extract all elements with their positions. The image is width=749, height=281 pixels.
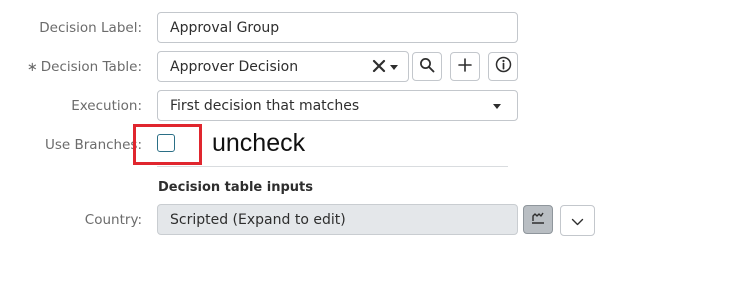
chevron-down-icon[interactable] (390, 65, 398, 70)
expand-button[interactable] (560, 205, 595, 236)
decision-label-label: Decision Label: (39, 20, 142, 36)
decision-label-input[interactable]: Approval Group (157, 12, 518, 43)
decision-table-input[interactable]: Approver Decision (157, 51, 409, 82)
info-icon (495, 56, 512, 77)
info-button[interactable] (488, 52, 518, 81)
plus-icon (457, 57, 473, 77)
country-value: Scripted (Expand to edit) (170, 211, 346, 228)
clear-x-icon[interactable] (372, 59, 386, 73)
divider (157, 166, 508, 167)
decision-label-value: Approval Group (170, 19, 280, 36)
annotation-highlight-box (133, 124, 202, 165)
country-label: Country: (84, 212, 142, 228)
search-button[interactable] (412, 52, 442, 81)
country-input[interactable]: Scripted (Expand to edit) (157, 204, 518, 235)
decision-table-label-text: Decision Table: (40, 59, 142, 75)
annotation-text: uncheck (212, 129, 306, 157)
chevron-down-icon (493, 104, 501, 109)
required-mark: ∗ (26, 60, 38, 75)
decision-table-label: ∗ Decision Table: (27, 59, 142, 75)
execution-value: First decision that matches (170, 97, 360, 114)
decision-table-value: Approver Decision (170, 58, 299, 75)
execution-label: Execution: (71, 98, 142, 114)
add-button[interactable] (450, 52, 480, 81)
section-title: Decision table inputs (158, 180, 313, 195)
script-edit-icon (530, 210, 546, 229)
use-branches-label: Use Branches: (44, 137, 142, 153)
script-edit-button[interactable] (523, 205, 553, 234)
search-icon (419, 57, 435, 77)
chevron-down-icon (571, 211, 584, 230)
execution-select[interactable]: First decision that matches (157, 90, 518, 121)
